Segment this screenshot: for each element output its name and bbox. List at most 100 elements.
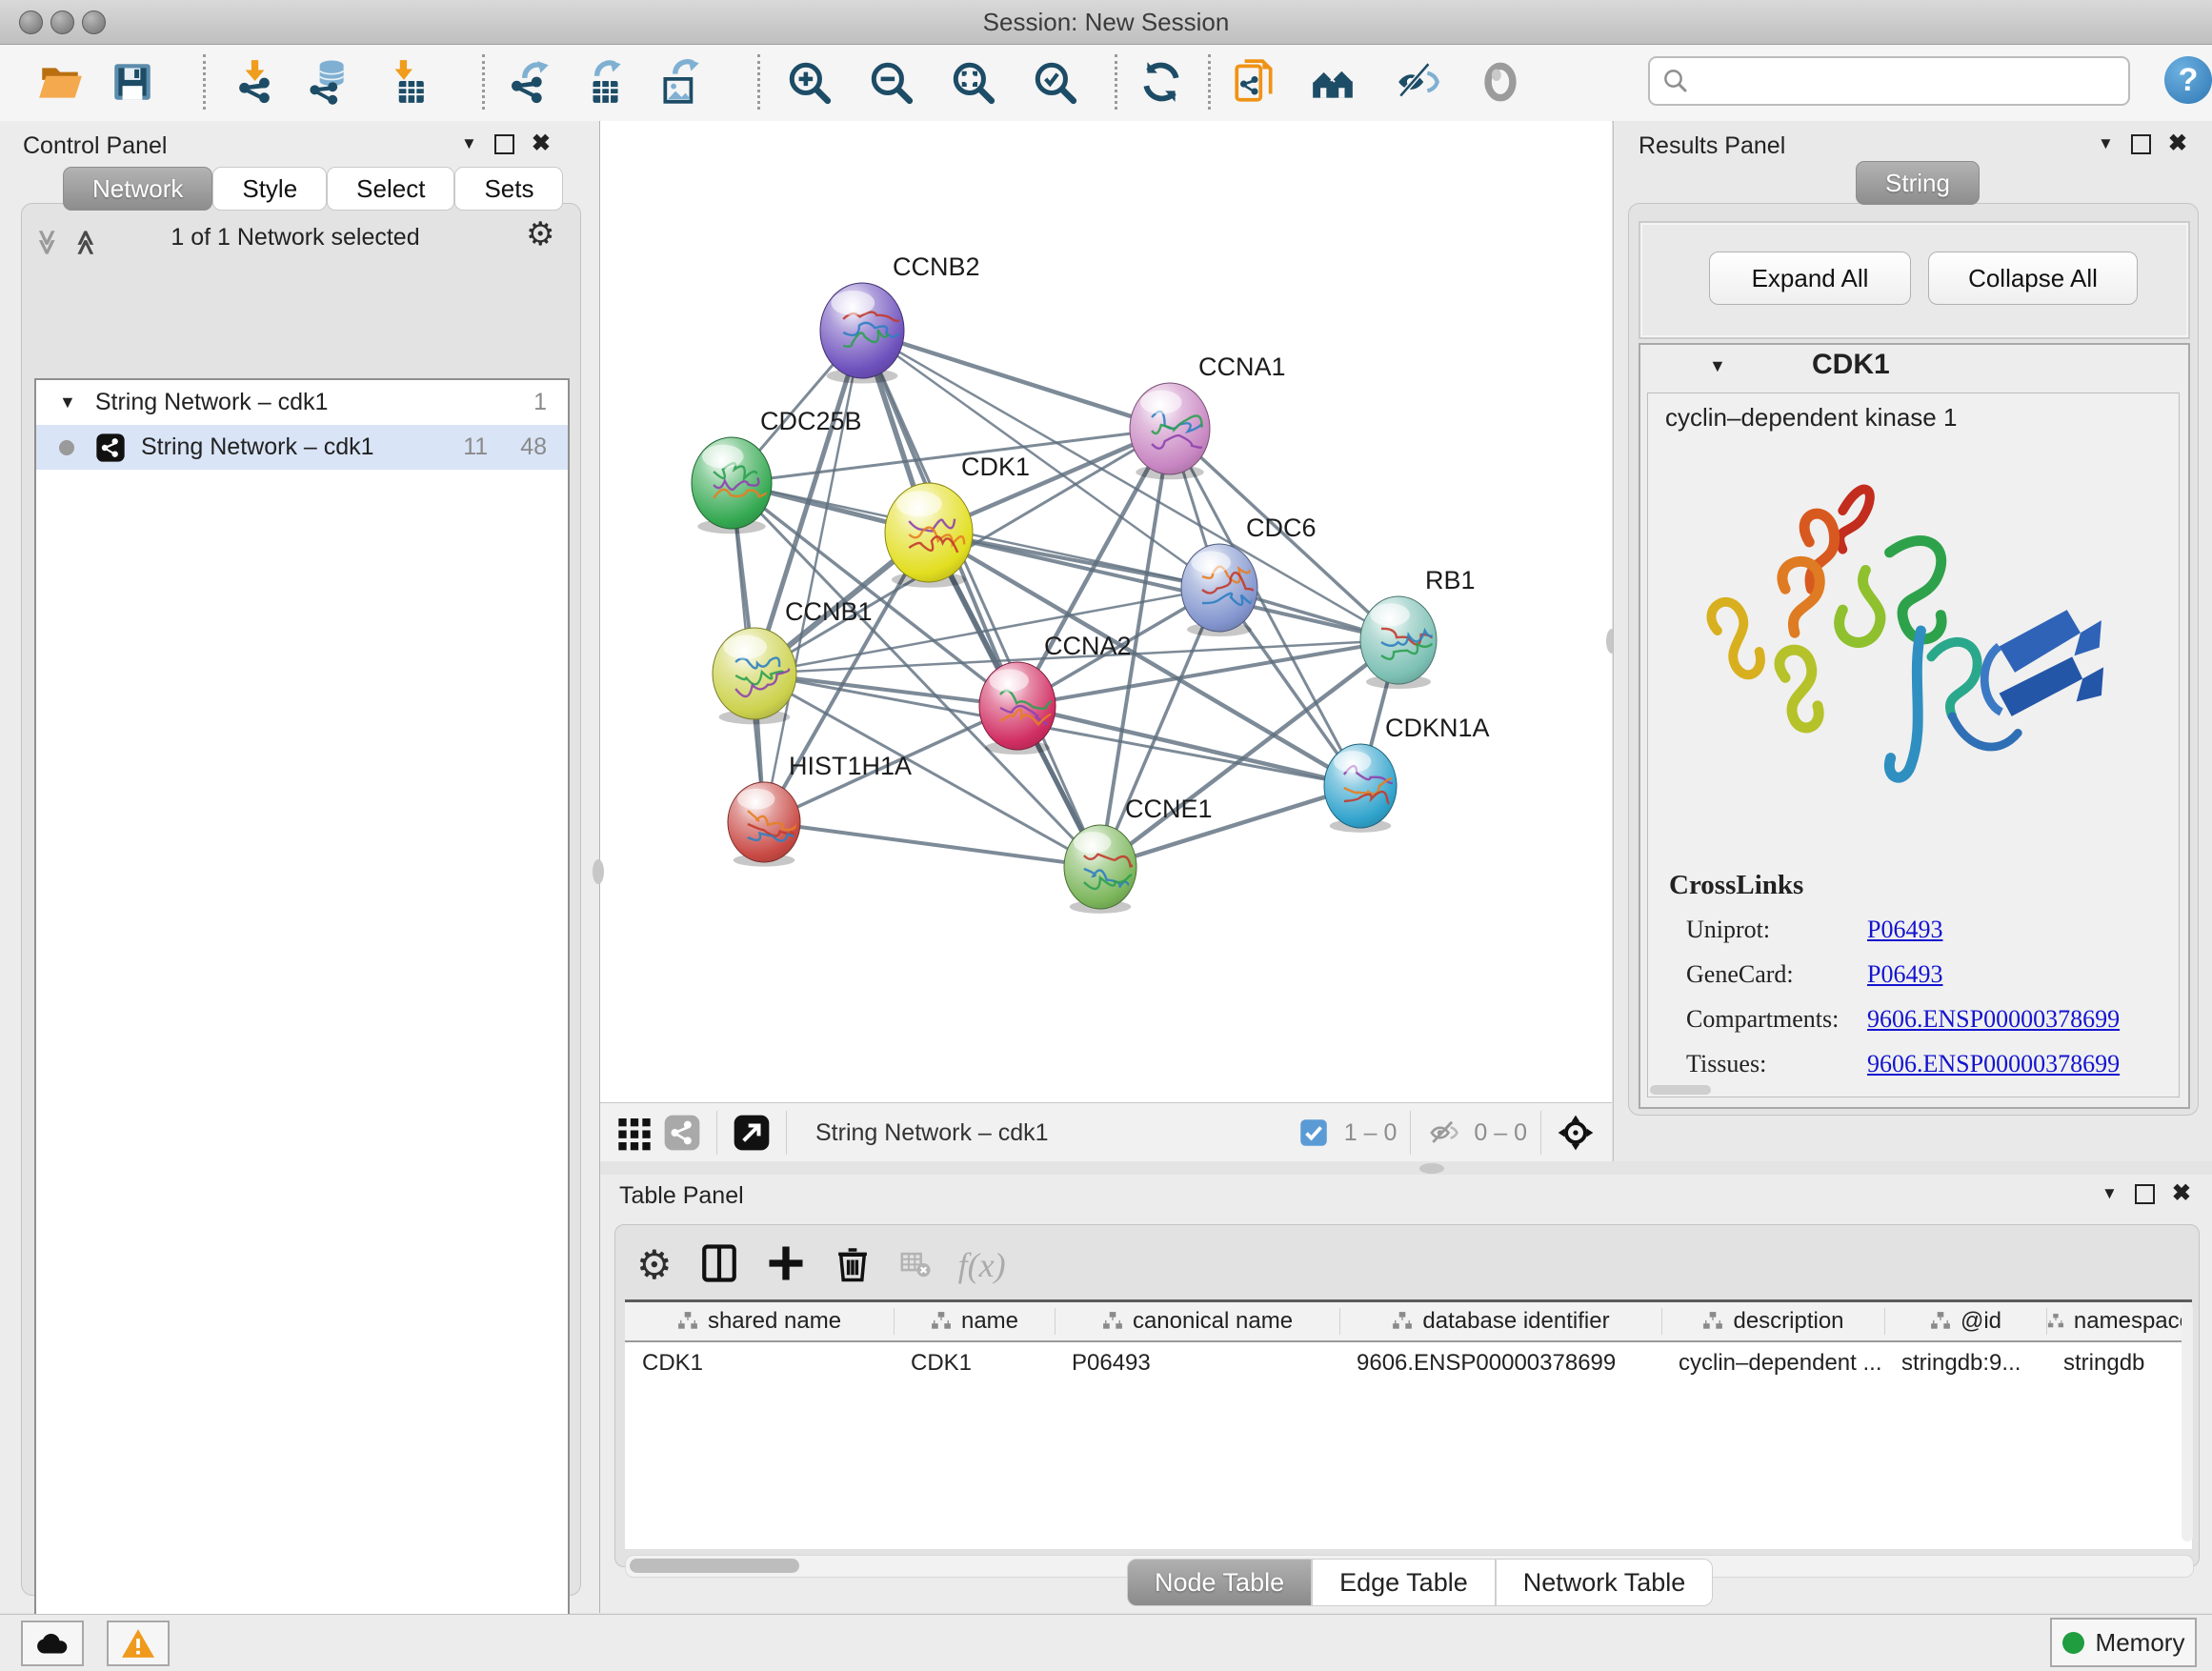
zoom-fit-icon [949, 58, 996, 106]
column-header[interactable]: name [894, 1301, 1055, 1342]
crosslink-label: Uniprot: [1686, 916, 1770, 944]
table-cell[interactable]: CDK1 [894, 1341, 1055, 1384]
float-panel-icon[interactable] [2131, 134, 2151, 154]
genecard-link[interactable]: P06493 [1867, 960, 1942, 989]
show-columns-button[interactable] [699, 1243, 739, 1288]
network-node-hist1h1a [728, 782, 804, 862]
vertical-splitter-handle[interactable] [593, 859, 604, 884]
table-cell[interactable]: CDK1 [625, 1341, 894, 1384]
show-view-button[interactable] [1475, 56, 1526, 108]
uniprot-link[interactable]: P06493 [1867, 916, 1942, 944]
hide-results-button[interactable] [1393, 56, 1444, 108]
refresh-view-button[interactable] [1136, 56, 1187, 108]
edge-count: 48 [520, 433, 547, 461]
pharos-link[interactable]: P06493 [1867, 1095, 1942, 1097]
hidden-filter-button[interactable] [1424, 1112, 1466, 1154]
table-cell[interactable]: P06493 [1055, 1341, 1339, 1384]
compartments-link[interactable]: 9606.ENSP00000378699 [1867, 1005, 2120, 1034]
import-network-button[interactable] [229, 56, 280, 108]
horizontal-splitter-handle[interactable] [1419, 1163, 1444, 1174]
section-expander-icon[interactable]: ▼ [1709, 356, 1726, 376]
export-image-button[interactable] [655, 56, 707, 108]
tab-style[interactable]: Style [212, 167, 327, 211]
network-options-gear-icon[interactable]: ⚙ [526, 218, 554, 251]
column-header[interactable]: database identifier [1339, 1301, 1661, 1342]
warnings-button[interactable] [107, 1621, 170, 1666]
table-cell[interactable]: 9606.ENSP00000378699 [1339, 1341, 1661, 1384]
tab-sets[interactable]: Sets [454, 167, 563, 211]
column-header[interactable]: namespace [2046, 1301, 2192, 1342]
table-row[interactable]: CDK1 CDK1 P06493 9606.ENSP00000378699 cy… [625, 1341, 2192, 1384]
export-table-button[interactable] [579, 56, 631, 108]
save-session-button[interactable] [107, 56, 158, 108]
tissues-link[interactable]: 9606.ENSP00000378699 [1867, 1050, 2120, 1078]
close-panel-icon[interactable]: ✖ [2168, 132, 2187, 155]
import-database-button[interactable] [303, 56, 354, 108]
table-vscrollbar[interactable] [2182, 1303, 2193, 1541]
horizontal-splitter[interactable] [600, 1161, 2212, 1175]
collapse-panel-icon[interactable]: ▼ [2098, 134, 2114, 153]
function-builder-button[interactable]: f(x) [958, 1245, 1006, 1285]
gene-section: ▼ CDK1 cyclin–dependent kinase 1 [1639, 343, 2190, 1109]
fit-content-button[interactable] [1555, 1112, 1597, 1154]
network-row-selected[interactable]: String Network – cdk1 11 48 [36, 425, 568, 470]
zoom-out-icon [867, 58, 915, 106]
tab-node-table[interactable]: Node Table [1127, 1559, 1312, 1606]
collapse-all-button[interactable]: Collapse All [1928, 252, 2138, 305]
column-header[interactable]: canonical name [1055, 1301, 1339, 1342]
detach-view-button[interactable] [731, 1112, 773, 1154]
tree-expander-icon[interactable]: ▼ [59, 393, 76, 413]
selected-filter-checkbox[interactable] [1293, 1112, 1335, 1154]
zoom-in-button[interactable] [783, 56, 835, 108]
show-grid-button[interactable] [613, 1112, 655, 1154]
table-hscrollbar-thumb[interactable] [630, 1559, 799, 1573]
network-collection-row[interactable]: ▼ String Network – cdk1 1 [36, 380, 568, 425]
network-canvas[interactable]: CCNB2CCNA1CDC25BCDK1CDC6RB1CCNB1CCNA2CDK… [600, 121, 1612, 1102]
memory-status-dot [2062, 1632, 2084, 1654]
delete-table-icon [899, 1247, 932, 1279]
current-network-dot-icon [59, 440, 74, 455]
tab-network[interactable]: Network [63, 167, 212, 211]
toolbar-separator [203, 54, 206, 110]
close-panel-icon[interactable]: ✖ [532, 132, 551, 155]
network-view-toolbar: String Network – cdk1 1 – 0 0 – 0 [600, 1102, 1612, 1162]
delete-table-button[interactable] [899, 1247, 932, 1284]
tab-network-table[interactable]: Network Table [1496, 1559, 1714, 1606]
table-options-button[interactable]: ⚙ [636, 1245, 673, 1285]
float-panel-icon[interactable] [494, 134, 514, 154]
string-network-graph[interactable]: CCNB2CCNA1CDC25BCDK1CDC6RB1CCNB1CCNA2CDK… [600, 121, 1612, 1102]
string-view-button[interactable] [661, 1112, 703, 1154]
table-cell[interactable]: stringdb [2046, 1341, 2192, 1384]
tab-string[interactable]: String [1856, 161, 1980, 205]
search-input[interactable] [1698, 67, 2128, 95]
column-header[interactable]: shared name [625, 1301, 894, 1342]
expand-all-networks-icon[interactable]: ≫ [72, 228, 98, 257]
table-cell[interactable]: cyclin–dependent ... [1661, 1341, 1884, 1384]
automation-status-button[interactable] [21, 1621, 84, 1666]
collapse-panel-icon[interactable]: ▼ [461, 134, 477, 153]
svg-text:CCNE1: CCNE1 [1125, 795, 1213, 823]
home-networks-button[interactable] [1307, 56, 1358, 108]
column-header[interactable]: @id [1884, 1301, 2046, 1342]
collapse-all-networks-icon[interactable]: ≫ [34, 228, 60, 257]
delete-column-button[interactable] [833, 1243, 873, 1288]
open-session-button[interactable] [34, 56, 86, 108]
table-cell[interactable]: stringdb:9... [1884, 1341, 2046, 1384]
tab-edge-table[interactable]: Edge Table [1312, 1559, 1496, 1606]
import-table-button[interactable] [379, 56, 431, 108]
results-hscrollbar-thumb[interactable] [1650, 1085, 1711, 1095]
collapse-panel-icon[interactable]: ▼ [2101, 1184, 2118, 1203]
column-header[interactable]: description [1661, 1301, 1884, 1342]
zoom-selected-button[interactable] [1029, 56, 1080, 108]
open-string-document-button[interactable] [1229, 56, 1280, 108]
close-panel-icon[interactable]: ✖ [2172, 1182, 2191, 1205]
zoom-out-button[interactable] [865, 56, 916, 108]
help-button[interactable]: ? [2164, 56, 2212, 104]
tab-select[interactable]: Select [327, 167, 454, 211]
zoom-fit-button[interactable] [947, 56, 998, 108]
expand-all-button[interactable]: Expand All [1709, 252, 1911, 305]
create-column-button[interactable] [766, 1243, 806, 1288]
memory-button[interactable]: Memory [2050, 1618, 2197, 1667]
export-network-button[interactable] [505, 56, 556, 108]
float-panel-icon[interactable] [2135, 1184, 2155, 1204]
